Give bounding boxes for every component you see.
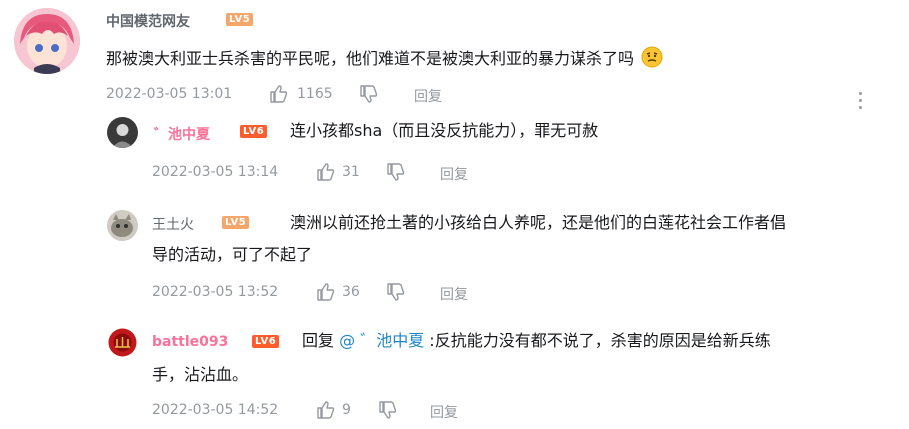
like-icon[interactable]	[269, 84, 289, 108]
reply-text-line2: 导的活动，可了不起了	[152, 245, 313, 264]
comment-time: 2022-03-05 13:01	[106, 86, 233, 102]
level-badge: LV5	[226, 13, 254, 26]
avatar[interactable]	[107, 117, 138, 148]
like-icon[interactable]	[316, 400, 336, 424]
reply-text-line1: 回复 @ ゛池中夏 :反抗能力没有都不说了，杀害的原因是给新兵练	[302, 326, 771, 356]
dislike-icon[interactable]	[386, 282, 406, 306]
avatar[interactable]	[107, 327, 138, 358]
reply-text-line2: 手，沾沾血。	[152, 365, 249, 384]
dislike-icon[interactable]	[386, 162, 406, 186]
reply-button[interactable]: 回复	[430, 402, 458, 422]
level-badge: LV6	[240, 125, 268, 138]
like-count: 9	[342, 402, 351, 418]
like-count: 36	[342, 284, 360, 300]
username[interactable]: ゛池中夏	[154, 124, 210, 144]
username[interactable]: battle093	[152, 334, 228, 350]
reply-text-line1: 澳洲以前还抢土著的小孩给白人养呢，还是他们的白莲花社会工作者倡	[290, 213, 787, 232]
username[interactable]: 中国模范网友	[106, 11, 190, 31]
comment-time: 2022-03-05 14:52	[152, 402, 279, 418]
avatar[interactable]	[107, 210, 138, 241]
reply-button[interactable]: 回复	[440, 164, 468, 184]
username[interactable]: 王土火	[152, 214, 194, 234]
more-options-icon[interactable]	[858, 92, 864, 113]
reply-button[interactable]: 回复	[414, 86, 442, 106]
reply-prefix: 回复	[302, 331, 335, 350]
comment-text: 那被澳大利亚士兵杀害的平民呢，他们难道不是被澳大利亚的暴力谋杀了吗	[106, 44, 663, 78]
avatar[interactable]	[14, 8, 80, 74]
thinking-emoji-icon	[641, 46, 663, 78]
like-count: 31	[342, 164, 360, 180]
like-count: 1165	[297, 86, 333, 102]
reply-button[interactable]: 回复	[440, 284, 468, 304]
level-badge: LV5	[222, 216, 250, 229]
like-icon[interactable]	[316, 162, 336, 186]
dislike-icon[interactable]	[378, 400, 398, 424]
like-icon[interactable]	[316, 282, 336, 306]
mention-link[interactable]: @ ゛池中夏	[339, 331, 424, 350]
reply-text-content: :反抗能力没有都不说了，杀害的原因是给新兵练	[429, 331, 771, 350]
level-badge: LV6	[252, 335, 280, 348]
dislike-icon[interactable]	[359, 84, 379, 108]
comment-text-content: 那被澳大利亚士兵杀害的平民呢，他们难道不是被澳大利亚的暴力谋杀了吗	[106, 49, 635, 68]
comment-time: 2022-03-05 13:14	[152, 164, 279, 180]
comment-time: 2022-03-05 13:52	[152, 284, 279, 300]
reply-text: 连小孩都sha（而且没反抗能力），罪无可赦	[290, 121, 599, 140]
